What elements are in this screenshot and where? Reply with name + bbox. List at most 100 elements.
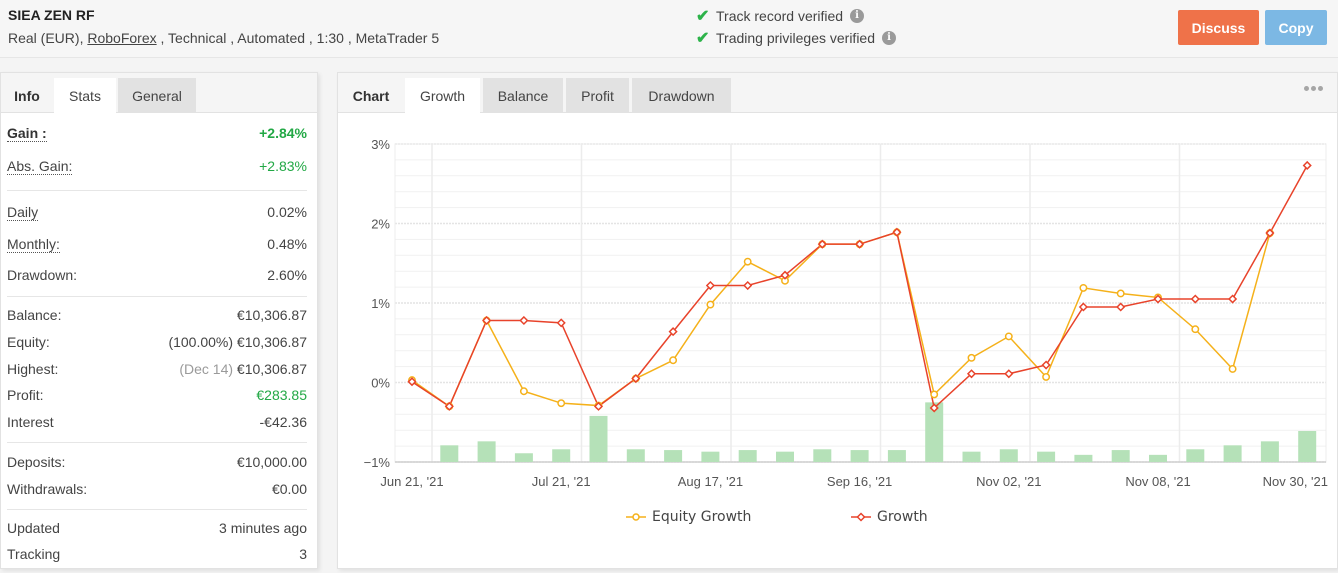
legend-growth[interactable]: Growth — [851, 509, 928, 525]
growth-point — [743, 280, 753, 291]
stat-daily: Daily 0.02% — [7, 201, 307, 223]
equity-point — [706, 300, 715, 309]
broker-link[interactable]: RoboForex — [87, 30, 156, 46]
chart-panel: Chart Growth Balance Profit Drawdown 3% 2… — [337, 72, 1338, 569]
equity-point — [967, 353, 976, 362]
tab-chart[interactable]: Chart — [338, 78, 404, 113]
stat-updated: Updated 3 minutes ago — [7, 517, 307, 539]
y-tick-label: −1% — [364, 455, 391, 470]
stat-drawdown: Drawdown: 2.60% — [7, 264, 307, 286]
activity-bar — [552, 449, 571, 462]
tab-balance[interactable]: Balance — [483, 78, 563, 113]
equity-point — [1004, 332, 1013, 341]
y-tick-label: 2% — [371, 217, 390, 232]
activity-bar — [776, 451, 794, 462]
stat-value: €10,306.87 — [236, 334, 307, 350]
check-icon: ✔ — [696, 30, 710, 47]
activity-bar — [962, 451, 981, 462]
x-tick-label: Sep 16, '21 — [827, 474, 892, 489]
legend-equity-growth[interactable]: Equity Growth — [626, 509, 751, 525]
stat-label: Withdrawals: — [7, 481, 88, 497]
x-tick-label: Jul 21, '21 — [532, 474, 591, 489]
stat-balance: Balance: €10,306.87 — [7, 304, 307, 326]
activity-bar — [440, 445, 459, 462]
growth-point — [1228, 294, 1238, 304]
stat-label[interactable]: Gain : — [7, 125, 47, 142]
stat-value: €10,000.00 — [236, 454, 307, 470]
system-attributes: , Technical , Automated , 1:30 , MetaTra… — [156, 30, 440, 46]
divider — [7, 296, 307, 297]
divider — [7, 190, 307, 191]
stat-label[interactable]: Abs. Gain: — [7, 158, 73, 175]
activity-bar — [850, 450, 869, 462]
activity-bar — [477, 441, 496, 462]
verification-label: Trading privileges verified — [716, 30, 875, 46]
x-tick-label: Nov 02, '21 — [976, 474, 1041, 489]
tab-info[interactable]: Info — [1, 78, 53, 113]
equity-point — [1191, 325, 1200, 334]
equity-point — [519, 387, 528, 396]
stat-label[interactable]: Daily — [7, 204, 39, 221]
stat-label[interactable]: Monthly: — [7, 236, 60, 253]
legend-growth-marker-icon — [851, 512, 871, 522]
stat-value: +2.83% — [259, 158, 307, 174]
system-meta: Real (EUR), RoboForex , Technical , Auto… — [8, 30, 439, 46]
system-name: SIEA ZEN RF — [8, 7, 95, 23]
y-axis: 3% 2% 1% 0% −1% — [364, 137, 391, 470]
stat-monthly: Monthly: 0.48% — [7, 233, 307, 255]
stat-value: 3 — [299, 546, 307, 562]
stat-value: €0.00 — [271, 481, 307, 497]
activity-bar — [1298, 430, 1317, 462]
growth-point — [519, 315, 529, 326]
stat-label: Drawdown: — [7, 267, 78, 283]
stat-abs-gain: Abs. Gain: +2.83% — [7, 155, 307, 177]
tab-profit[interactable]: Profit — [566, 78, 629, 113]
stat-label: Profit: — [7, 387, 44, 403]
tab-general[interactable]: General — [118, 78, 196, 113]
stat-label: Equity: — [7, 334, 50, 350]
activity-bar — [514, 453, 533, 462]
legend-label: Equity Growth — [652, 509, 752, 525]
growth-point — [1302, 160, 1312, 171]
stat-value: €10,306.87 — [236, 307, 307, 323]
equity-point — [557, 399, 566, 408]
legend-label: Growth — [877, 509, 928, 525]
activity-bar — [589, 415, 608, 462]
stat-label: Balance: — [7, 307, 62, 323]
stat-value: 0.02% — [267, 204, 307, 220]
info-icon[interactable]: i — [850, 9, 865, 23]
x-tick-label: Aug 17, '21 — [678, 474, 743, 489]
stats-panel: Info Stats General Gain : +2.84% Abs. Ga… — [0, 72, 318, 569]
info-icon[interactable]: i — [882, 31, 896, 45]
stat-gain: Gain : +2.84% — [7, 122, 307, 144]
divider — [7, 442, 307, 443]
discuss-button[interactable]: Discuss — [1178, 10, 1259, 45]
growth-point — [1004, 369, 1014, 379]
stat-profit: Profit: €283.85 — [7, 384, 307, 406]
track-record-verified: ✔ Track record verified i — [696, 6, 865, 26]
x-axis: Jun 21, '21 Jul 21, '21 Aug 17, '21 Sep 16,… — [380, 474, 1328, 489]
chart-tabbar: Chart Growth Balance Profit Drawdown — [338, 73, 1337, 114]
x-tick-label: Jun 21, '21 — [380, 474, 443, 489]
more-options-icon[interactable] — [1304, 86, 1323, 91]
stat-note: (Dec 14) — [179, 361, 234, 377]
verification-label: Track record verified — [716, 8, 844, 24]
activity-bar — [1223, 445, 1242, 462]
activity-bar — [701, 451, 720, 462]
stat-tracking: Tracking 3 — [7, 543, 307, 565]
tab-stats[interactable]: Stats — [54, 78, 116, 114]
stat-interest: Interest -€42.36 — [7, 411, 307, 433]
tab-drawdown[interactable]: Drawdown — [632, 78, 731, 113]
account-type: Real (EUR), — [8, 30, 88, 46]
growth-point — [556, 318, 566, 328]
activity-bar — [999, 449, 1018, 462]
equity-point — [743, 257, 752, 266]
copy-button[interactable]: Copy — [1265, 10, 1327, 45]
tab-growth[interactable]: Growth — [405, 78, 480, 114]
equity-point — [669, 356, 678, 365]
check-icon: ✔ — [696, 8, 710, 25]
stat-highest: Highest: (Dec 14) €10,306.87 — [7, 358, 307, 380]
equity-point — [1042, 372, 1051, 381]
equity-point — [1079, 283, 1088, 292]
activity-bar — [1260, 441, 1279, 462]
